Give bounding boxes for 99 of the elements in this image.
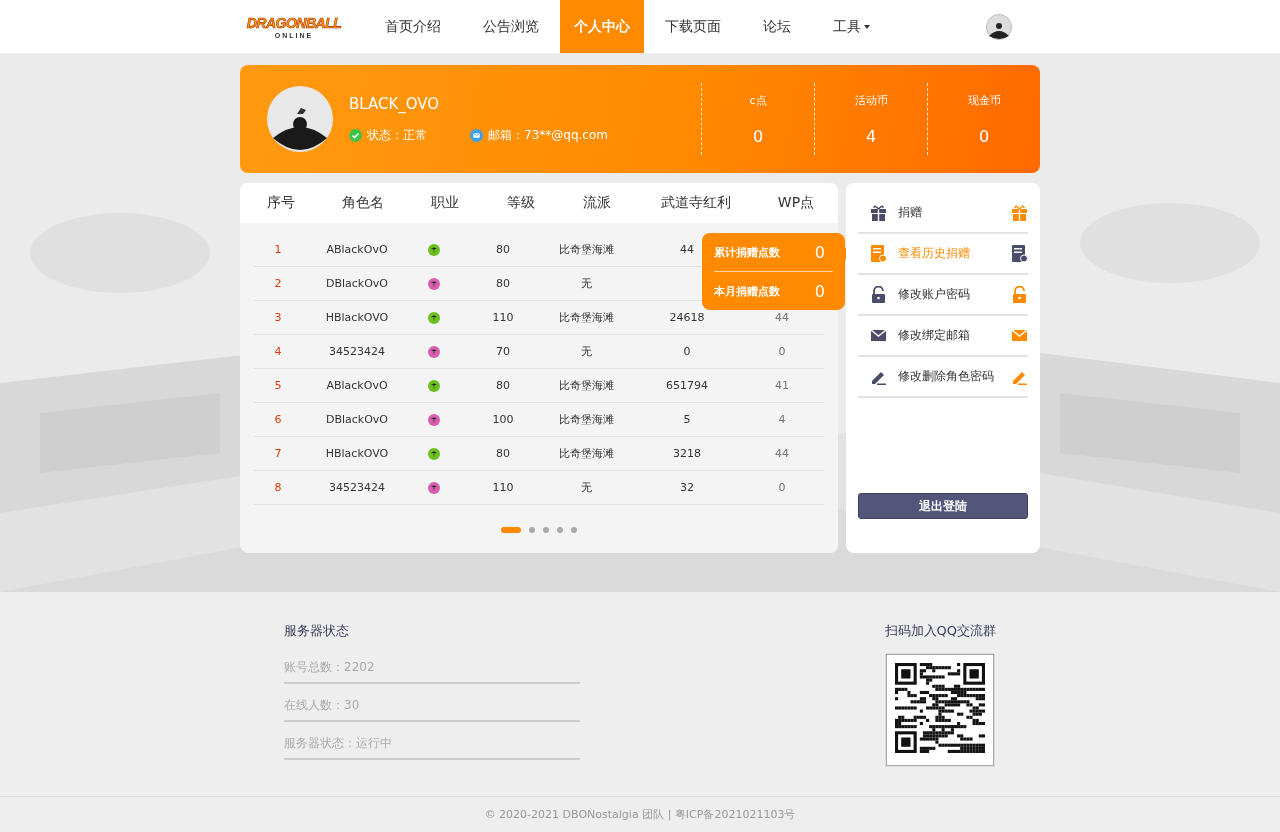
- stat-label: c点: [749, 92, 767, 108]
- table-cell: 34523424: [329, 481, 385, 494]
- column-header: 序号: [266, 194, 296, 212]
- table-cell: 无: [580, 276, 592, 291]
- popup-label: 累计捐赠点数: [714, 244, 780, 260]
- avatar-icon: [267, 86, 333, 152]
- table-cell: 80: [496, 277, 510, 290]
- envelope-icon: [870, 327, 887, 344]
- mail-icon: [470, 128, 483, 142]
- table-cell: 0: [683, 345, 691, 358]
- nav-tab[interactable]: 下载页面: [644, 0, 742, 53]
- section-title: 服务器状态: [284, 622, 350, 640]
- username: BLACK_OVO: [349, 94, 441, 113]
- page-dot[interactable]: [557, 527, 563, 533]
- table-cell: 44: [775, 447, 789, 460]
- page-dot[interactable]: [543, 527, 549, 533]
- nav-tab[interactable]: 公告浏览: [462, 0, 560, 53]
- qr-code-icon: [895, 663, 986, 753]
- logo-title: DRAGONBALL: [246, 14, 342, 31]
- table-cell: DBlackOvO: [325, 277, 389, 290]
- popup-value: 0: [814, 281, 825, 301]
- check-icon: [349, 128, 362, 142]
- column-header: 流派: [582, 194, 612, 212]
- table-cell: 比奇堡海滩: [558, 310, 614, 325]
- table-cell: 41: [775, 379, 789, 392]
- stat-value: 0: [752, 126, 764, 146]
- stat-value: 4: [865, 126, 877, 146]
- nav-tab[interactable]: 论坛: [742, 0, 812, 53]
- nav-tab[interactable]: 首页介绍: [364, 0, 462, 53]
- table-cell: 无: [580, 480, 592, 495]
- table-cell: 80: [496, 447, 510, 460]
- email-text: 邮箱：73**@qq.com: [488, 126, 608, 144]
- stat-label: 活动币: [854, 92, 888, 108]
- table-cell: 1: [274, 243, 282, 256]
- stat-label: 现金币: [967, 92, 1001, 108]
- table-cell: 6: [274, 413, 282, 426]
- menu-item[interactable]: 捐赠: [858, 193, 1028, 234]
- lock-icon: [1011, 286, 1028, 303]
- column-header: 职业: [430, 194, 460, 212]
- table-cell: HBlackOVO: [325, 447, 389, 460]
- table-cell: 651794: [666, 379, 708, 392]
- table-cell: 80: [496, 243, 510, 256]
- table-cell: 比奇堡海滩: [558, 412, 614, 427]
- table-cell: 3218: [673, 447, 701, 460]
- table-cell: 110: [492, 311, 514, 324]
- table-cell: 比奇堡海滩: [558, 378, 614, 393]
- column-header: 武道寺红利: [660, 194, 732, 212]
- table-cell: 比奇堡海滩: [558, 242, 614, 257]
- table-cell: 32: [680, 481, 694, 494]
- table-cell: 110: [492, 481, 514, 494]
- table-cell: 比奇堡海滩: [558, 446, 614, 461]
- column-header: 角色名: [341, 194, 385, 212]
- gift-icon: [1011, 204, 1028, 221]
- document-icon: [870, 245, 887, 262]
- table-cell: 8: [274, 481, 282, 494]
- table-cell: 70: [496, 345, 510, 358]
- table-cell: 0: [778, 345, 786, 358]
- copyright-text: © 2020-2021 DBONostalgia 团队 | 粤ICP备2021021103号: [0, 796, 1280, 832]
- table-cell: 100: [492, 413, 514, 426]
- menu-item[interactable]: 修改删除角色密码: [858, 357, 1028, 398]
- table-cell: 0: [778, 481, 786, 494]
- popup-value: 0: [814, 242, 825, 262]
- table-cell: HBlackOVO: [325, 311, 389, 324]
- table-cell: ABlackOvO: [326, 379, 388, 392]
- stat-value: 0: [978, 126, 990, 146]
- table-cell: 2: [274, 277, 282, 290]
- status-text: 状态：正常: [367, 126, 427, 144]
- server-stat: 服务器状态：运行中: [284, 722, 580, 760]
- table-cell: 7: [274, 447, 282, 460]
- page-dot[interactable]: [529, 527, 535, 533]
- table-cell: 24618: [669, 311, 705, 324]
- section-title: 扫码加入QQ交流群: [884, 622, 996, 640]
- table-cell: DBlackOvO: [325, 413, 389, 426]
- table-cell: 4: [274, 345, 282, 358]
- table-cell: 34523424: [329, 345, 385, 358]
- server-stat: 在线人数：30: [284, 684, 580, 722]
- menu-item[interactable]: 修改绑定邮箱: [858, 316, 1028, 357]
- page-dot[interactable]: [571, 527, 577, 533]
- table-cell: 80: [496, 379, 510, 392]
- nav-tab[interactable]: 工具: [812, 0, 891, 53]
- server-stat: 账号总数：2202: [284, 646, 580, 684]
- popup-label: 本月捐赠点数: [714, 283, 780, 299]
- table-cell: 3: [274, 311, 282, 324]
- gift-icon: [870, 204, 887, 221]
- table-cell: ABlackOvO: [326, 243, 388, 256]
- table-cell: 4: [778, 413, 786, 426]
- logout-button[interactable]: 退出登陆: [858, 493, 1028, 519]
- envelope-icon: [1011, 327, 1028, 344]
- column-header: WP点: [776, 194, 816, 212]
- document-icon: [1011, 245, 1028, 262]
- table-cell: 5: [683, 413, 691, 426]
- column-header: 等级: [506, 194, 536, 212]
- lock-icon: [870, 286, 887, 303]
- table-cell: 44: [680, 243, 694, 256]
- table-cell: 无: [580, 344, 592, 359]
- menu-item[interactable]: 修改账户密码: [858, 275, 1028, 316]
- table-cell: 5: [274, 379, 282, 392]
- table-cell: 44: [775, 311, 789, 324]
- avatar-icon[interactable]: [986, 13, 1012, 40]
